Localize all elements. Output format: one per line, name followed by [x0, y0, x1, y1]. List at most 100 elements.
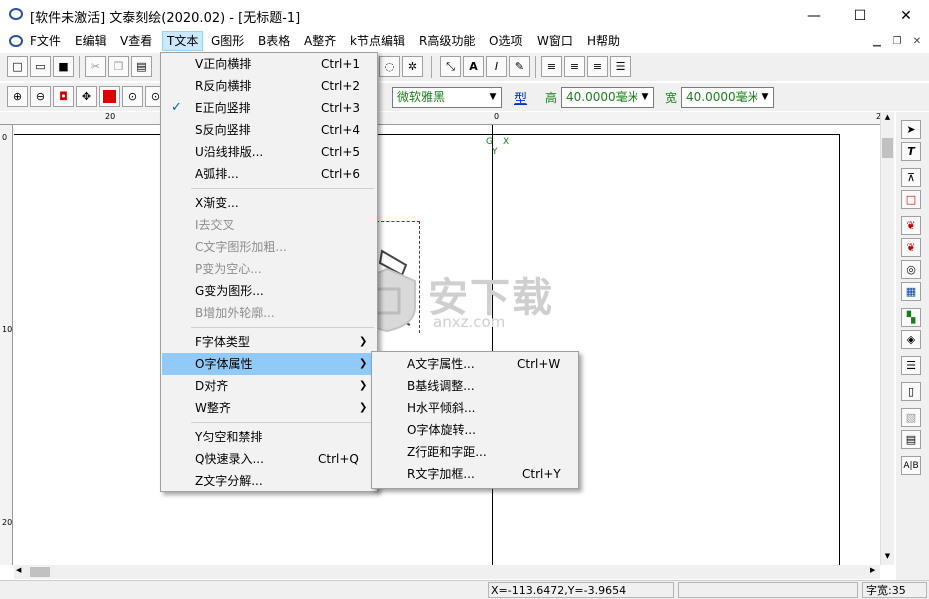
scroll-up-icon[interactable]: ▲ — [882, 113, 893, 125]
chevron-down-icon: ▼ — [485, 88, 501, 107]
save-icon[interactable]: ■ — [53, 56, 74, 77]
mdi-minimize-button[interactable]: ▁ — [868, 33, 886, 49]
menu-align[interactable]: A整齐 — [300, 31, 340, 51]
align-center-icon[interactable]: ≡ — [564, 56, 585, 77]
menu-item-align[interactable]: D对齐 ❯ — [162, 375, 376, 397]
text-a-icon[interactable]: A — [463, 56, 484, 77]
hscroll-thumb[interactable] — [30, 567, 50, 577]
horizontal-scrollbar[interactable]: ◀ ▶ — [14, 565, 880, 579]
menu-table[interactable]: B表格 — [254, 31, 294, 51]
import-icon[interactable]: ▤ — [901, 430, 921, 449]
menu-file[interactable]: F文件 — [26, 31, 65, 51]
node-tool-icon[interactable]: ⊼ — [901, 168, 921, 187]
edit-text-icon[interactable]: ✎ — [509, 56, 530, 77]
text-replace-icon[interactable]: A|B — [901, 456, 921, 475]
menu-window[interactable]: W窗口 — [533, 31, 577, 51]
new-file-icon[interactable]: □ — [7, 56, 28, 77]
cherry-icon[interactable]: ❦ — [901, 216, 921, 235]
align-right-icon[interactable]: ≡ — [587, 56, 608, 77]
width-input[interactable]: 40.0000毫米 ▼ — [681, 87, 774, 108]
ruler-label: 0 — [2, 133, 8, 142]
menu-node-edit[interactable]: k节点编辑 — [346, 31, 409, 51]
scroll-down-icon[interactable]: ▼ — [882, 552, 893, 564]
color-red-icon[interactable] — [99, 86, 120, 107]
submenu-item-rotate[interactable]: O字体旋转... — [373, 419, 577, 441]
menu-edit[interactable]: E编辑 — [71, 31, 111, 51]
menu-item-vertical[interactable]: ✓ E正向竖排 Ctrl+3 — [162, 97, 376, 119]
scroll-left-icon[interactable]: ◀ — [16, 566, 21, 574]
table-icon[interactable]: ▦ — [901, 282, 921, 301]
drawing-canvas[interactable]: G X Y 安下载 anxz.com — [14, 125, 880, 565]
fill-icon[interactable]: ◈ — [901, 330, 921, 349]
submenu-item-text-frame[interactable]: R文字加框... Ctrl+Y — [373, 463, 577, 485]
menu-item-hollow[interactable]: P变为空心... — [162, 258, 376, 280]
menu-options[interactable]: O选项 — [485, 31, 526, 51]
copy-icon[interactable]: ❐ — [108, 56, 129, 77]
font-name-select[interactable]: 微软雅黑 ▼ — [392, 87, 502, 108]
justify-icon[interactable]: ☰ — [610, 56, 631, 77]
menu-item-spacing[interactable]: Y匀空和禁排 — [162, 426, 376, 448]
mdi-restore-button[interactable]: ❐ — [888, 33, 906, 49]
select-arrow-icon[interactable]: ➤ — [901, 120, 921, 139]
menu-item-decompose[interactable]: Z文字分解... — [162, 470, 376, 492]
align-left-icon[interactable]: ≡ — [541, 56, 562, 77]
menu-graphics[interactable]: G图形 — [207, 31, 248, 51]
menu-advanced[interactable]: R高级功能 — [415, 31, 479, 51]
submenu-arrow-icon: ❯ — [359, 380, 368, 391]
zoom-in-icon[interactable]: ⊕ — [7, 86, 28, 107]
scroll-right-icon[interactable]: ▶ — [870, 566, 875, 574]
scale-arrows-icon[interactable]: ⤡ — [440, 56, 461, 77]
submenu-item-skew[interactable]: H水平倾斜... — [373, 397, 577, 419]
axis-label-x: X — [503, 137, 510, 147]
open-folder-icon[interactable]: ▭ — [30, 56, 51, 77]
height-input[interactable]: 40.0000毫米 ▼ — [561, 87, 654, 108]
menu-item-path-layout[interactable]: U沿线排版... Ctrl+5 — [162, 141, 376, 163]
menu-item-bold-shape[interactable]: C文字图形加粗... — [162, 236, 376, 258]
italic-icon[interactable]: I — [486, 56, 507, 77]
chevron-down-icon: ▼ — [637, 88, 653, 107]
menu-view[interactable]: V查看 — [116, 31, 156, 51]
submenu-item-text-attributes[interactable]: A文字属性... Ctrl+W — [373, 353, 577, 375]
paste-icon[interactable]: ▤ — [131, 56, 152, 77]
status-bar: X=-113.6472,Y=-3.9654 字宽:35 — [0, 580, 929, 599]
vertical-scrollbar[interactable]: ▲ ▼ — [880, 112, 894, 565]
close-button[interactable]: ✕ — [883, 0, 929, 31]
cursor-coordinates: X=-113.6472,Y=-3.9654 — [488, 582, 674, 598]
rectangle-tool-icon[interactable]: □ — [901, 190, 921, 209]
list-icon[interactable]: ☰ — [901, 356, 921, 375]
menu-help[interactable]: H帮助 — [583, 31, 624, 51]
menu-item-reverse-horizontal[interactable]: R反向横排 Ctrl+2 — [162, 75, 376, 97]
menu-item-remove-intersect[interactable]: I去交叉 — [162, 214, 376, 236]
menu-text[interactable]: T文本 — [162, 31, 204, 51]
menu-item-gradient[interactable]: X渐变... — [162, 192, 376, 214]
menu-item-font-attributes[interactable]: O字体属性 ❯ — [162, 353, 376, 375]
scroll-thumb[interactable] — [882, 138, 893, 158]
maximize-button[interactable]: ☐ — [837, 0, 883, 31]
document-icon[interactable]: ▯ — [901, 382, 921, 401]
minimize-button[interactable]: — — [791, 0, 837, 31]
menu-item-arc-layout[interactable]: A弧排... Ctrl+6 — [162, 163, 376, 185]
color-palette-icon[interactable]: ▚ — [901, 308, 921, 327]
pan-icon[interactable]: ✥ — [76, 86, 97, 107]
gear-icon[interactable]: ✲ — [402, 56, 423, 77]
layer-icon[interactable]: ▧ — [901, 408, 921, 427]
menu-item-arrange[interactable]: W整齐 ❯ — [162, 397, 376, 419]
menu-item-horizontal[interactable]: V正向横排 Ctrl+1 — [162, 53, 376, 75]
zoom-box-icon[interactable]: ◘ — [53, 86, 74, 107]
submenu-item-baseline[interactable]: B基线调整... — [373, 375, 577, 397]
zoom-out-icon[interactable]: ⊖ — [30, 86, 51, 107]
shapes-icon[interactable]: ◎ — [901, 260, 921, 279]
text-tool-icon[interactable]: T — [901, 142, 921, 161]
zoom-page-icon[interactable]: ⊙ — [122, 86, 143, 107]
mdi-close-button[interactable]: ✕ — [908, 33, 926, 49]
menu-item-font-type[interactable]: F字体类型 ❯ — [162, 331, 376, 353]
cut-icon[interactable]: ✂ — [85, 56, 106, 77]
submenu-item-line-spacing[interactable]: Z行距和字距... — [373, 441, 577, 463]
menu-item-quick-input[interactable]: Q快速录入... Ctrl+Q — [162, 448, 376, 470]
font-type-button[interactable]: 型 — [514, 88, 527, 107]
cherry-group-icon[interactable]: ❦ — [901, 238, 921, 257]
menu-item-add-outline[interactable]: B增加外轮廓... — [162, 302, 376, 324]
menu-item-to-graphic[interactable]: G变为图形... — [162, 280, 376, 302]
menu-item-reverse-vertical[interactable]: S反向竖排 Ctrl+4 — [162, 119, 376, 141]
lightbulb-icon[interactable]: ◌ — [379, 56, 400, 77]
